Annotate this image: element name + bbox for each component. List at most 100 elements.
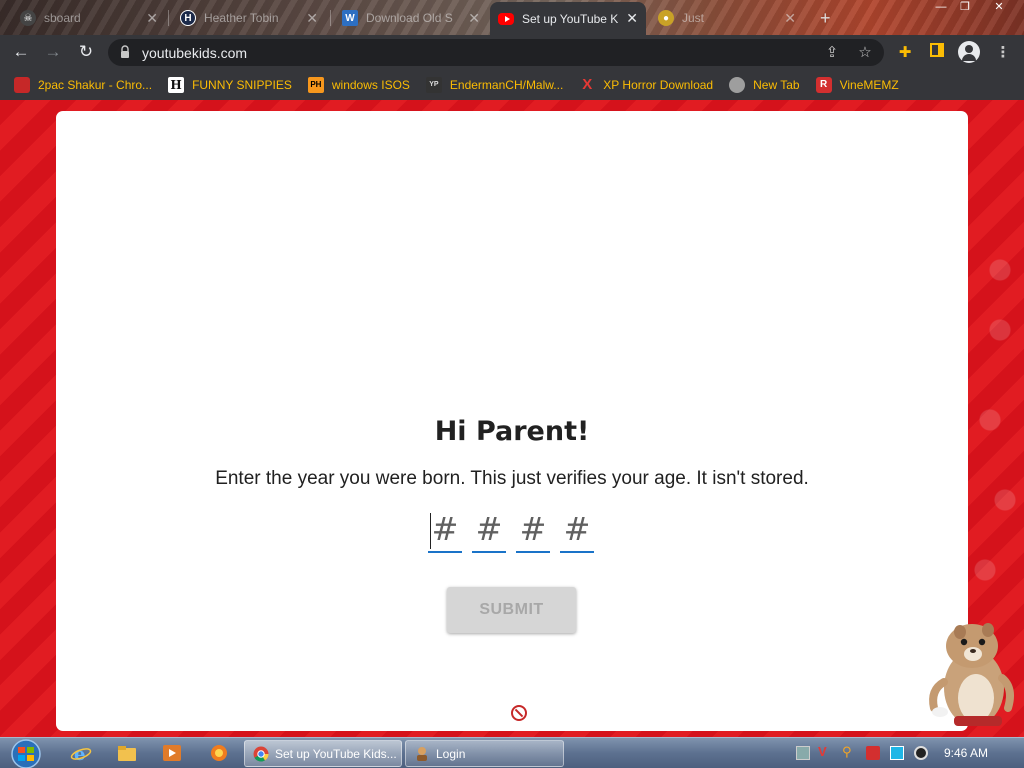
close-icon[interactable]: ✕ <box>468 10 480 27</box>
bookmark-vinememz[interactable]: R VineMEMZ <box>815 76 899 93</box>
tab-separator <box>168 10 169 26</box>
tray-flag-icon[interactable] <box>866 746 880 760</box>
taskbar-clock[interactable]: 9:46 AM <box>944 746 988 760</box>
close-icon[interactable]: ✕ <box>146 10 158 27</box>
lock-icon <box>121 45 129 58</box>
start-button[interactable] <box>6 738 46 768</box>
bookmark-windows-isos[interactable]: PH windows ISOS <box>307 76 410 93</box>
bookmark-endermanch[interactable]: YP EndermanCH/Malw... <box>425 76 564 93</box>
menu-button[interactable]: ⋮ <box>992 42 1014 64</box>
bookmark-label: EndermanCH/Malw... <box>449 77 564 92</box>
tray-search-icon[interactable]: ⚲ <box>842 745 856 759</box>
doc-icon: W <box>342 10 358 26</box>
tray-volume-icon[interactable] <box>914 746 928 760</box>
bookmark-star-icon[interactable]: ☆ <box>855 43 875 63</box>
extensions-icon[interactable]: ✚ <box>894 42 916 64</box>
folder-icon[interactable] <box>116 743 138 763</box>
arrow-right-icon: → <box>44 42 62 61</box>
r-icon: R <box>815 76 832 93</box>
reload-icon: ↻ <box>78 42 94 61</box>
minimize-icon: — <box>935 1 947 13</box>
tab-youtube-kids[interactable]: Set up YouTube K ✕ <box>490 2 646 35</box>
year-digit-4[interactable]: # <box>560 509 594 553</box>
submit-button[interactable]: SUBMIT <box>447 587 576 633</box>
tray-monitor-icon[interactable] <box>890 746 904 760</box>
page-title: Hi Parent! <box>434 416 590 447</box>
login-icon <box>417 746 427 761</box>
internet-explorer-icon[interactable]: e <box>70 743 92 763</box>
bookmark-xp-horror[interactable]: X XP Horror Download <box>579 76 714 93</box>
digit-placeholder: # <box>519 510 547 548</box>
taskbar-item-youtube-kids[interactable]: Set up YouTube Kids... <box>244 740 402 767</box>
browser-toolbar: ← → ↻ youtubekids.com ⇪ ☆ ✚ ⋮ <box>0 35 1024 69</box>
bookmark-2pac[interactable]: 2pac Shakur - Chro... <box>14 76 153 93</box>
tray-app-icon[interactable] <box>796 746 810 760</box>
birth-year-input: # # # # <box>428 509 598 555</box>
arrow-left-icon: ← <box>12 42 30 61</box>
side-panel-button[interactable] <box>926 42 948 64</box>
tab-title: Just <box>682 11 705 25</box>
close-window-button[interactable]: ✕ <box>986 0 1012 16</box>
tab-heather[interactable]: H Heather Tobin ✕ <box>172 3 326 33</box>
tab-strip: ☠ sboard ✕ H Heather Tobin ✕ W Download … <box>0 0 1024 35</box>
ph-icon: PH <box>307 76 324 93</box>
url-text[interactable]: youtubekids.com <box>142 45 247 61</box>
close-icon[interactable]: ✕ <box>306 10 318 27</box>
task-label: Set up YouTube Kids... <box>275 746 397 761</box>
side-panel-icon <box>930 43 944 57</box>
back-button[interactable]: ← <box>9 40 33 64</box>
media-player-icon[interactable] <box>161 743 183 763</box>
skull-icon: ☠ <box>20 10 36 26</box>
app-icon[interactable] <box>208 743 230 763</box>
plus-icon: + <box>820 7 831 28</box>
x-icon: X <box>582 76 593 93</box>
h-icon: H <box>180 10 196 26</box>
tab-just[interactable]: ● Just ✕ <box>650 3 804 33</box>
maximize-button[interactable]: ❐ <box>952 0 978 16</box>
bookmark-label: VineMEMZ <box>839 77 899 92</box>
tray-v-icon[interactable]: V <box>818 745 832 759</box>
avatar-icon <box>729 76 746 93</box>
minimize-button[interactable]: — <box>928 0 954 16</box>
age-verification-card: Hi Parent! Enter the year you were born.… <box>56 111 968 731</box>
bookmark-label: New Tab <box>753 77 800 92</box>
digit-placeholder: # <box>563 510 591 548</box>
bookmark-label: 2pac Shakur - Chro... <box>38 77 153 92</box>
profile-button[interactable] <box>958 41 982 65</box>
tab-title: Set up YouTube K <box>522 11 619 26</box>
share-icon[interactable]: ⇪ <box>822 43 842 63</box>
bookmark-label: XP Horror Download <box>603 77 714 92</box>
close-icon[interactable]: ✕ <box>626 10 638 27</box>
new-tab-button[interactable]: + <box>812 3 842 33</box>
not-allowed-cursor-icon <box>511 705 527 721</box>
bookmark-label: windows ISOS <box>331 77 410 92</box>
maximize-icon: ❐ <box>960 1 970 13</box>
reload-button[interactable]: ↻ <box>74 40 98 64</box>
tab-download[interactable]: W Download Old S ✕ <box>334 3 488 33</box>
hamster-icon <box>929 623 1014 726</box>
address-bar[interactable]: youtubekids.com ⇪ ☆ <box>108 39 884 66</box>
tab-sboard[interactable]: ☠ sboard ✕ <box>12 3 166 33</box>
tab-separator <box>330 10 331 26</box>
close-icon: ✕ <box>994 1 1004 13</box>
forward-button[interactable]: → <box>41 40 65 64</box>
task-label: Login <box>436 746 466 761</box>
text-caret <box>430 513 431 549</box>
youtube-icon <box>498 12 514 25</box>
avatar-icon <box>958 41 980 63</box>
tab-title: Download Old S <box>366 11 453 25</box>
yp-icon: YP <box>425 76 442 93</box>
year-digit-3[interactable]: # <box>516 509 550 553</box>
tab-title: Heather Tobin <box>204 11 279 25</box>
close-icon[interactable]: ✕ <box>784 10 796 27</box>
bookmark-new-tab[interactable]: New Tab <box>729 76 800 93</box>
app-icon <box>14 76 30 93</box>
year-digit-2[interactable]: # <box>472 509 506 553</box>
digit-placeholder: # <box>475 510 503 548</box>
year-digit-1[interactable]: # <box>428 509 462 553</box>
taskbar: e Set up YouTube Kids... Login V ⚲ 9:46 … <box>0 737 1024 768</box>
instruction-text: Enter the year you were born. This just … <box>215 468 809 489</box>
bookmark-funny-snippies[interactable]: H FUNNY SNIPPIES <box>168 76 292 93</box>
taskbar-item-login[interactable]: Login <box>405 740 564 767</box>
page-background: Hi Parent! Enter the year you were born.… <box>0 100 1024 737</box>
